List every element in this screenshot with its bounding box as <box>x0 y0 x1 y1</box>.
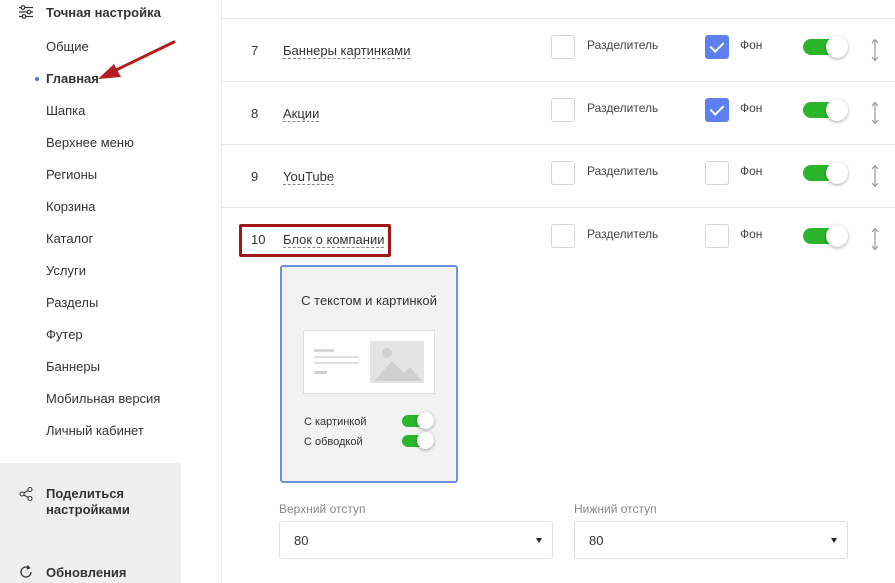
drag-handle-icon[interactable] <box>870 37 880 63</box>
toggle-knob <box>417 412 434 429</box>
caret-down-icon <box>536 538 542 543</box>
drag-handle-icon[interactable] <box>870 100 880 126</box>
sidebar-item-banners[interactable]: Баннеры <box>0 351 181 383</box>
bottom-padding-select[interactable]: 80 <box>574 521 848 559</box>
background-label: Фон <box>740 227 763 241</box>
background-label: Фон <box>740 164 763 178</box>
top-padding-label: Верхний отступ <box>279 502 366 516</box>
active-dot-icon <box>35 77 39 81</box>
sliders-icon <box>19 5 33 19</box>
sidebar-item-account[interactable]: Личный кабинет <box>0 415 181 447</box>
separator-label: Разделитель <box>587 38 659 52</box>
sidebar-item-header[interactable]: Шапка <box>0 95 181 127</box>
bottom-padding-label: Нижний отступ <box>574 502 657 516</box>
drag-handle-icon[interactable] <box>870 226 880 252</box>
main-panel: 7 Баннеры картинками Разделитель Фон 8 А… <box>221 0 895 583</box>
separator-label: Разделитель <box>587 101 659 115</box>
separator-checkbox[interactable] <box>551 35 575 59</box>
annotation-arrow-icon <box>98 40 176 79</box>
background-label: Фон <box>740 38 763 52</box>
toggle-knob <box>826 225 848 247</box>
block-title-link[interactable]: YouTube <box>283 169 335 185</box>
separator-checkbox[interactable] <box>551 161 575 185</box>
block-row: 8 Акции Разделитель Фон <box>222 82 895 145</box>
sidebar-item-footer[interactable]: Футер <box>0 319 181 351</box>
sidebar-item-catalog[interactable]: Каталог <box>0 223 181 255</box>
template-preview <box>303 330 435 394</box>
share-icon <box>19 486 33 502</box>
separator-label: Разделитель <box>587 227 659 241</box>
with-border-label: С обводкой <box>304 436 363 448</box>
annotation-highlight-box <box>239 224 391 257</box>
share-settings-label: Поделиться настройками <box>46 486 130 517</box>
row-number: 8 <box>251 106 259 121</box>
caret-down-icon <box>831 538 837 543</box>
updates-label: Обновления <box>46 564 127 580</box>
with-image-toggle[interactable] <box>402 412 434 429</box>
sidebar-menu: Общие Главная Шапка Верхнее меню Регионы… <box>0 31 181 447</box>
template-card-title: С текстом и картинкой <box>301 293 437 308</box>
background-checkbox[interactable] <box>705 35 729 59</box>
separator-checkbox[interactable] <box>551 224 575 248</box>
block-title-link[interactable]: Баннеры картинками <box>283 43 411 59</box>
block-enabled-toggle[interactable] <box>803 225 848 247</box>
text-image-layout-icon <box>314 341 424 383</box>
sidebar-item-top-menu[interactable]: Верхнее меню <box>0 127 181 159</box>
separator-checkbox[interactable] <box>551 98 575 122</box>
top-padding-value: 80 <box>294 533 309 548</box>
refresh-icon <box>20 565 32 578</box>
block-title-link[interactable]: Акции <box>283 106 320 122</box>
updates-button[interactable]: Обновления <box>18 564 127 580</box>
row-number: 7 <box>251 43 259 58</box>
drag-handle-icon[interactable] <box>870 163 880 189</box>
row-number: 9 <box>251 169 259 184</box>
with-border-toggle[interactable] <box>402 432 434 449</box>
top-padding-select[interactable]: 80 <box>279 521 553 559</box>
separator-label: Разделитель <box>587 164 659 178</box>
sidebar-item-services[interactable]: Услуги <box>0 255 181 287</box>
sidebar-item-mobile[interactable]: Мобильная версия <box>0 383 181 415</box>
block-enabled-toggle[interactable] <box>803 99 848 121</box>
toggle-knob <box>826 162 848 184</box>
toggle-knob <box>826 36 848 58</box>
sidebar-header[interactable]: Точная настройка <box>18 4 161 20</box>
share-settings-button[interactable]: Поделиться настройками <box>18 486 156 518</box>
background-checkbox[interactable] <box>705 224 729 248</box>
toggle-knob <box>826 99 848 121</box>
toggle-knob <box>417 432 434 449</box>
bottom-padding-value: 80 <box>589 533 604 548</box>
block-enabled-toggle[interactable] <box>803 36 848 58</box>
sidebar-item-regions[interactable]: Регионы <box>0 159 181 191</box>
background-checkbox[interactable] <box>705 98 729 122</box>
template-card[interactable]: С текстом и картинкой С картинкой С обво… <box>280 265 458 483</box>
block-row: 9 YouTube Разделитель Фон <box>222 145 895 208</box>
block-row: 7 Баннеры картинками Разделитель Фон <box>222 19 895 82</box>
block-enabled-toggle[interactable] <box>803 162 848 184</box>
sidebar-item-sections[interactable]: Разделы <box>0 287 181 319</box>
sidebar-item-cart[interactable]: Корзина <box>0 191 181 223</box>
sidebar-header-label: Точная настройка <box>46 4 161 20</box>
background-checkbox[interactable] <box>705 161 729 185</box>
background-label: Фон <box>740 101 763 115</box>
with-image-label: С картинкой <box>304 416 367 428</box>
